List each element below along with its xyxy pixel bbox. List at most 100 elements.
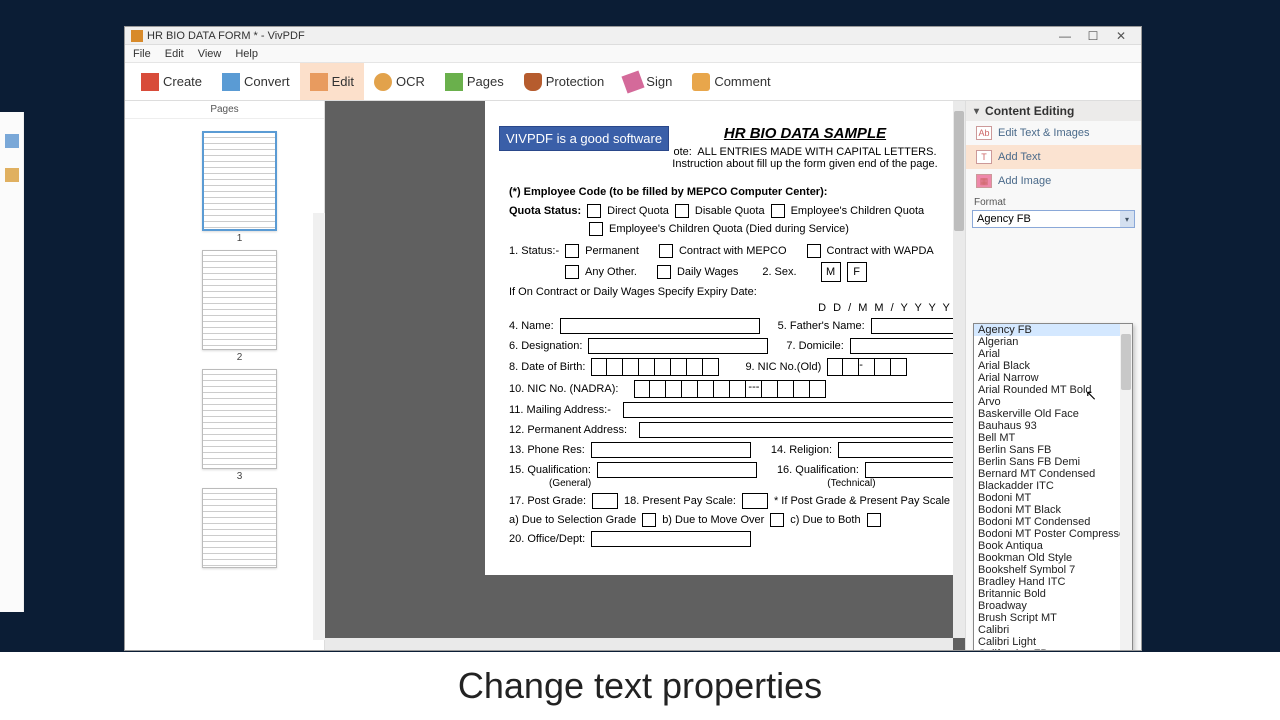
thumbs-scrollbar[interactable] xyxy=(313,213,325,640)
font-option[interactable]: Bookshelf Symbol 7 xyxy=(974,564,1132,576)
name-field[interactable] xyxy=(560,318,760,334)
phone-field[interactable] xyxy=(591,442,751,458)
font-option[interactable]: Broadway xyxy=(974,600,1132,612)
sel-c-check[interactable] xyxy=(867,513,881,527)
font-option[interactable]: Book Antiqua xyxy=(974,540,1132,552)
convert-button[interactable]: Convert xyxy=(212,63,300,100)
font-option[interactable]: Bradley Hand ITC xyxy=(974,576,1132,588)
postgrade-field[interactable] xyxy=(592,493,618,509)
quota-emp-children-check[interactable] xyxy=(771,204,785,218)
font-option[interactable]: Arial Black xyxy=(974,360,1132,372)
qual-tech-field[interactable] xyxy=(865,462,965,478)
status-daily-check[interactable] xyxy=(657,265,671,279)
font-option[interactable]: Bodoni MT Poster Compressed xyxy=(974,528,1132,540)
font-option[interactable]: Arial Narrow xyxy=(974,372,1132,384)
font-option[interactable]: Bodoni MT Condensed xyxy=(974,516,1132,528)
sign-button[interactable]: Sign xyxy=(614,63,682,100)
menu-file[interactable]: File xyxy=(133,48,151,60)
font-option[interactable]: Brush Script MT xyxy=(974,612,1132,624)
chevron-down-icon: ▾ xyxy=(1120,211,1134,227)
mailing-field[interactable] xyxy=(623,402,965,418)
font-option[interactable]: Britannic Bold xyxy=(974,588,1132,600)
font-option[interactable]: Bodoni MT xyxy=(974,492,1132,504)
add-image[interactable]: ▦Add Image xyxy=(966,169,1141,193)
font-option[interactable]: Baskerville Old Face xyxy=(974,408,1132,420)
protection-button[interactable]: Protection xyxy=(514,63,615,100)
font-option[interactable]: Arial Rounded MT Bold xyxy=(974,384,1132,396)
app-window: HR BIO DATA FORM * - VivPDF — ☐ ✕ File E… xyxy=(124,26,1142,651)
document-viewport[interactable]: HR BIO DATA SAMPLE ote: ALL ENTRIES MADE… xyxy=(325,101,965,650)
close-button[interactable]: ✕ xyxy=(1107,28,1135,44)
edit-text-images[interactable]: AbEdit Text & Images xyxy=(966,121,1141,145)
font-option[interactable]: Bell MT xyxy=(974,432,1132,444)
font-option[interactable]: Arvo xyxy=(974,396,1132,408)
page-thumb-1[interactable] xyxy=(202,131,277,231)
status-wapda-check[interactable] xyxy=(807,244,821,258)
status-mepco-check[interactable] xyxy=(659,244,673,258)
minimize-button[interactable]: — xyxy=(1051,28,1079,44)
designation-field[interactable] xyxy=(588,338,768,354)
font-dropdown[interactable]: Agency FBAlgerianArialArial BlackArial N… xyxy=(973,323,1133,650)
edit-button[interactable]: Edit xyxy=(300,63,364,100)
font-option[interactable]: Algerian xyxy=(974,336,1132,348)
perm-field[interactable] xyxy=(639,422,965,438)
edit-text-icon: Ab xyxy=(976,126,992,140)
religion-field[interactable] xyxy=(838,442,965,458)
comment-button[interactable]: Comment xyxy=(682,63,780,100)
status-other-check[interactable] xyxy=(565,265,579,279)
font-option[interactable]: Calibri xyxy=(974,624,1132,636)
menu-view[interactable]: View xyxy=(198,48,222,60)
doc-hscroll[interactable] xyxy=(325,638,953,650)
font-option[interactable]: Berlin Sans FB xyxy=(974,444,1132,456)
font-option[interactable]: Arial xyxy=(974,348,1132,360)
convert-icon xyxy=(222,73,240,91)
font-dropdown-scrollbar[interactable] xyxy=(1120,324,1132,650)
create-button[interactable]: Create xyxy=(131,63,212,100)
titlebar: HR BIO DATA FORM * - VivPDF — ☐ ✕ xyxy=(125,27,1141,45)
page-thumb-2[interactable] xyxy=(202,250,277,350)
content-editing-header[interactable]: Content Editing xyxy=(966,101,1141,121)
quota-died-check[interactable] xyxy=(589,222,603,236)
status-permanent-check[interactable] xyxy=(565,244,579,258)
page-thumb-4[interactable] xyxy=(202,488,277,568)
quota-disable-check[interactable] xyxy=(675,204,689,218)
sex-m[interactable]: M xyxy=(821,262,841,282)
font-option[interactable]: Calibri Light xyxy=(974,636,1132,648)
quota-direct-check[interactable] xyxy=(587,204,601,218)
payscale-field[interactable] xyxy=(742,493,768,509)
doc-vscroll[interactable] xyxy=(953,101,965,638)
font-option[interactable]: Bernard MT Condensed xyxy=(974,468,1132,480)
dob-cells[interactable] xyxy=(591,358,719,376)
qual-gen-field[interactable] xyxy=(597,462,757,478)
sel-a-check[interactable] xyxy=(642,513,656,527)
font-select[interactable]: Agency FB ▾ xyxy=(972,210,1135,228)
font-option[interactable]: Berlin Sans FB Demi xyxy=(974,456,1132,468)
menu-help[interactable]: Help xyxy=(235,48,258,60)
add-image-icon: ▦ xyxy=(976,174,992,188)
ocr-button[interactable]: OCR xyxy=(364,63,435,100)
comment-icon xyxy=(692,73,710,91)
cursor-icon: ↖ xyxy=(1085,387,1097,404)
father-field[interactable] xyxy=(871,318,965,334)
page-tool-icon[interactable] xyxy=(5,134,19,148)
shield-icon xyxy=(524,73,542,91)
nic-old-cells[interactable]: - xyxy=(827,358,907,376)
font-option[interactable]: Californian FB xyxy=(974,648,1132,650)
pages-button[interactable]: Pages xyxy=(435,63,514,100)
font-option[interactable]: Bookman Old Style xyxy=(974,552,1132,564)
sel-b-check[interactable] xyxy=(770,513,784,527)
text-edit-box[interactable]: VIVPDF is a good software xyxy=(499,126,669,151)
font-option[interactable]: Bauhaus 93 xyxy=(974,420,1132,432)
office-field[interactable] xyxy=(591,531,751,547)
add-text[interactable]: TAdd Text xyxy=(966,145,1141,169)
bookmark-tool-icon[interactable] xyxy=(5,168,19,182)
domicile-field[interactable] xyxy=(850,338,965,354)
menu-edit[interactable]: Edit xyxy=(165,48,184,60)
maximize-button[interactable]: ☐ xyxy=(1079,28,1107,44)
font-option[interactable]: Bodoni MT Black xyxy=(974,504,1132,516)
font-option[interactable]: Agency FB xyxy=(974,324,1132,336)
nic-nadra-cells[interactable]: --- xyxy=(634,380,826,398)
font-option[interactable]: Blackadder ITC xyxy=(974,480,1132,492)
sex-f[interactable]: F xyxy=(847,262,867,282)
page-thumb-3[interactable] xyxy=(202,369,277,469)
